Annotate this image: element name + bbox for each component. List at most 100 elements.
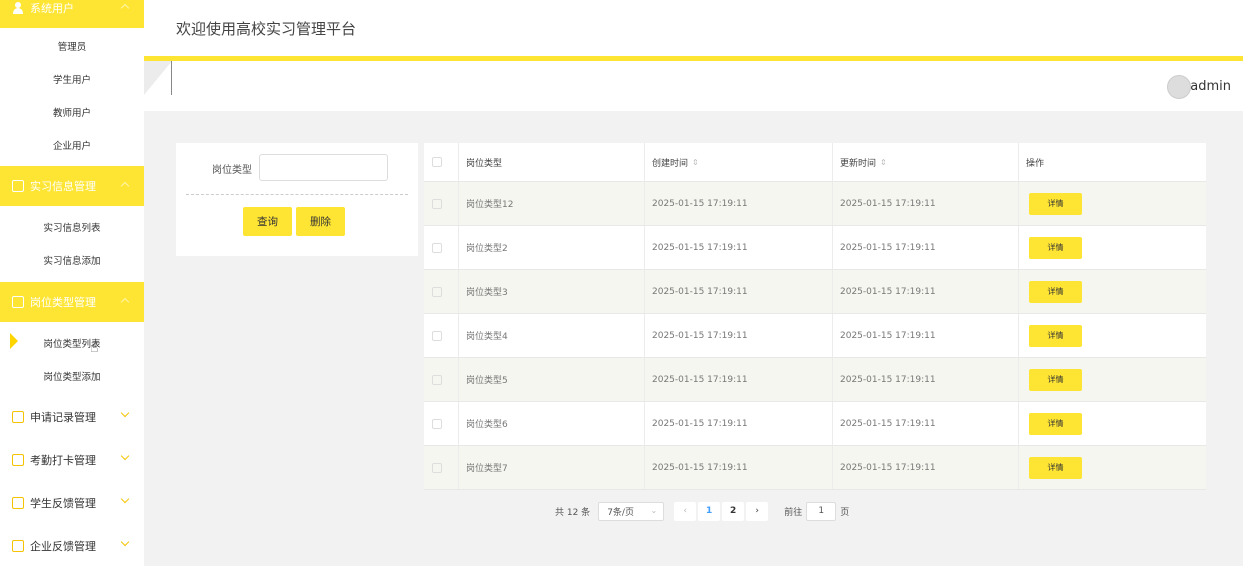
divider xyxy=(1018,226,1019,269)
user-bar: admin xyxy=(144,61,1243,111)
menu-group-attendance[interactable]: 考勤打卡管理 xyxy=(0,440,144,480)
user-icon xyxy=(12,2,24,14)
row-checkbox[interactable] xyxy=(432,418,442,429)
column-header-label: 岗位类型 xyxy=(466,158,503,169)
divider xyxy=(1018,314,1019,357)
divider xyxy=(458,270,459,313)
column-header-updated[interactable]: 更新时间 ⇕ xyxy=(840,143,887,181)
sidebar-item-admin[interactable]: 管理员 xyxy=(0,30,144,62)
position-type-search-input[interactable] xyxy=(259,154,388,181)
sidebar-item-students[interactable]: 学生用户 xyxy=(0,63,144,95)
menu-group-system-users[interactable]: 系统用户 xyxy=(0,0,144,28)
row-checkbox[interactable] xyxy=(432,242,442,253)
divider xyxy=(644,402,645,445)
sidebar: 系统用户 管理员 学生用户 教师用户 企业用户 实习信息管理 实习信息列表 实习… xyxy=(0,0,144,566)
menu-group-label: 岗位类型管理 xyxy=(30,296,96,309)
username[interactable]: admin xyxy=(1190,79,1231,94)
detail-button[interactable]: 详情 xyxy=(1029,280,1082,303)
cell-updated: 2025-01-15 17:19:11 xyxy=(840,198,936,209)
sort-icon[interactable]: ⇕ xyxy=(692,158,699,167)
divider xyxy=(832,270,833,313)
table-row: 岗位类型2 2025-01-15 17:19:11 2025-01-15 17:… xyxy=(424,226,1206,270)
sort-icon[interactable]: ⇕ xyxy=(880,158,887,167)
menu-group-label: 实习信息管理 xyxy=(30,180,96,193)
menu-group-label: 学生反馈管理 xyxy=(30,497,96,510)
sidebar-item-internship-add[interactable]: 实习信息添加 xyxy=(0,244,144,276)
detail-button[interactable]: 详情 xyxy=(1029,456,1082,479)
sidebar-item-label: 实习信息列表 xyxy=(43,223,101,234)
row-checkbox[interactable] xyxy=(432,286,442,297)
sidebar-item-label: 企业用户 xyxy=(52,141,91,152)
chevron-down-icon: ⌄ xyxy=(650,505,658,515)
prev-page-button[interactable]: ‹ xyxy=(674,501,697,521)
page-number-1[interactable]: 1 xyxy=(698,501,721,521)
sidebar-item-position-type-list[interactable]: 岗位类型列表 xyxy=(0,327,144,359)
row-checkbox[interactable] xyxy=(432,198,442,209)
detail-button[interactable]: 详情 xyxy=(1029,412,1082,435)
chevron-right-icon: › xyxy=(755,506,759,516)
cell-created: 2025-01-15 17:19:11 xyxy=(652,462,748,473)
cell-updated: 2025-01-15 17:19:11 xyxy=(840,242,936,253)
page-size-select[interactable]: 7条/页 ⌄ xyxy=(598,501,665,521)
cell-type: 岗位类型5 xyxy=(466,376,508,386)
divider xyxy=(1018,358,1019,401)
column-header-action: 操作 xyxy=(1026,143,1044,181)
column-header-label: 更新时间 xyxy=(840,158,877,169)
divider xyxy=(1018,270,1019,313)
collapse-toggle-icon[interactable] xyxy=(144,61,172,95)
column-header-created[interactable]: 创建时间 ⇕ xyxy=(652,143,699,181)
table-row: 岗位类型3 2025-01-15 17:19:11 2025-01-15 17:… xyxy=(424,270,1206,314)
cell-type: 岗位类型2 xyxy=(466,244,508,254)
cell-created: 2025-01-15 17:19:11 xyxy=(652,418,748,429)
row-checkbox[interactable] xyxy=(432,462,442,473)
chevron-down-icon xyxy=(120,494,130,504)
cell-type: 岗位类型7 xyxy=(466,464,508,474)
divider xyxy=(644,270,645,313)
document-icon xyxy=(12,180,24,192)
menu-group-label: 考勤打卡管理 xyxy=(30,454,96,467)
page-number-2[interactable]: 2 xyxy=(722,501,745,521)
cell-updated: 2025-01-15 17:19:11 xyxy=(840,330,936,341)
cell-updated: 2025-01-15 17:19:11 xyxy=(840,462,936,473)
row-checkbox[interactable] xyxy=(432,374,442,385)
sidebar-item-label: 岗位类型添加 xyxy=(43,372,101,383)
sidebar-item-position-type-add[interactable]: 岗位类型添加 xyxy=(0,360,144,392)
delete-button[interactable]: 删除 xyxy=(296,207,345,236)
table-header: 岗位类型 创建时间 ⇕ 更新时间 ⇕ 操作 xyxy=(424,143,1206,182)
table-row: 岗位类型4 2025-01-15 17:19:11 2025-01-15 17:… xyxy=(424,314,1206,358)
goto-page-input[interactable]: 1 xyxy=(806,501,837,521)
divider xyxy=(644,182,645,225)
menu-group-student-feedback[interactable]: 学生反馈管理 xyxy=(0,483,144,523)
divider xyxy=(186,194,408,195)
search-label: 岗位类型 xyxy=(212,165,252,176)
menu-group-label: 企业反馈管理 xyxy=(30,540,96,553)
menu-group-internship-info[interactable]: 实习信息管理 xyxy=(0,166,144,206)
table-row: 岗位类型12 2025-01-15 17:19:11 2025-01-15 17… xyxy=(424,182,1206,226)
menu-group-label: 系统用户 xyxy=(30,2,74,15)
detail-button[interactable]: 详情 xyxy=(1029,236,1082,259)
detail-button[interactable]: 详情 xyxy=(1029,192,1082,215)
divider xyxy=(832,314,833,357)
cell-type: 岗位类型4 xyxy=(466,332,508,342)
column-header-type: 岗位类型 xyxy=(466,143,502,181)
query-button[interactable]: 查询 xyxy=(243,207,292,236)
divider xyxy=(644,314,645,357)
next-page-button[interactable]: › xyxy=(746,501,769,521)
detail-button[interactable]: 详情 xyxy=(1029,368,1082,391)
menu-group-position-type[interactable]: 岗位类型管理 xyxy=(0,282,144,322)
menu-group-applications[interactable]: 申请记录管理 xyxy=(0,397,144,437)
sidebar-item-teachers[interactable]: 教师用户 xyxy=(0,96,144,128)
sidebar-item-internship-list[interactable]: 实习信息列表 xyxy=(0,211,144,243)
divider xyxy=(832,402,833,445)
page-suffix: 页 xyxy=(840,507,850,518)
menu-group-company-feedback[interactable]: 企业反馈管理 xyxy=(0,526,144,566)
chevron-up-icon xyxy=(120,297,130,307)
select-all-checkbox[interactable] xyxy=(432,157,442,167)
row-checkbox[interactable] xyxy=(432,330,442,341)
sidebar-item-companies[interactable]: 企业用户 xyxy=(0,129,144,161)
divider xyxy=(458,226,459,269)
avatar[interactable] xyxy=(1167,75,1191,99)
divider xyxy=(644,358,645,401)
column-header-label: 操作 xyxy=(1026,158,1045,169)
detail-button[interactable]: 详情 xyxy=(1029,324,1082,347)
